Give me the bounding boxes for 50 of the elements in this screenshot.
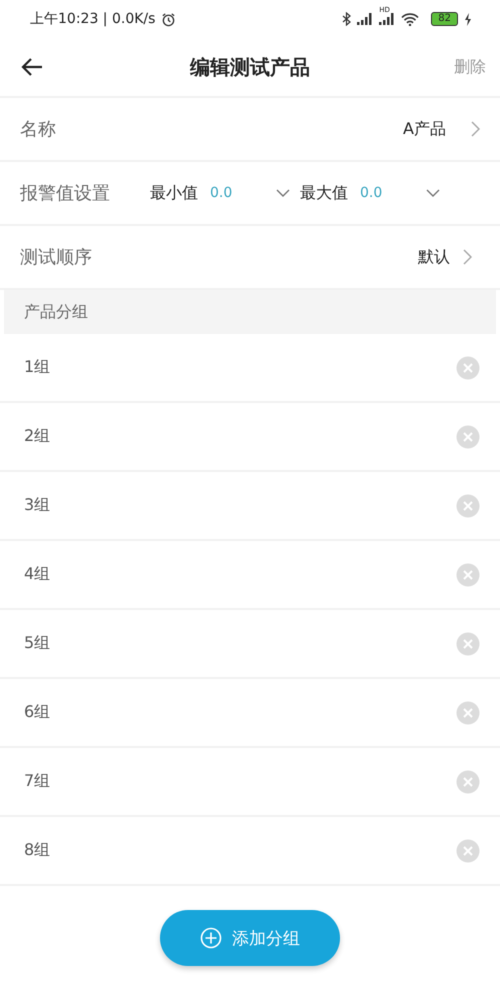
order-label: 测试顺序 <box>20 246 92 269</box>
name-label: 名称 <box>20 118 56 141</box>
clear-icon[interactable] <box>456 700 480 724</box>
chevron-down-icon[interactable] <box>276 189 290 197</box>
max-label: 最大值 <box>300 182 348 204</box>
group-row[interactable]: 4组 <box>0 541 500 610</box>
clear-icon[interactable] <box>456 838 480 862</box>
clear-icon[interactable] <box>456 562 480 586</box>
bluetooth-icon <box>342 12 352 26</box>
group-name: 3组 <box>24 495 50 516</box>
section-title: 产品分组 <box>24 302 88 322</box>
chevron-right-icon <box>462 249 472 265</box>
group-name: 2组 <box>24 426 50 447</box>
signal-icon <box>379 13 396 25</box>
min-label: 最小值 <box>150 182 198 204</box>
group-name: 1组 <box>24 357 50 378</box>
name-value: A产品 <box>403 118 446 140</box>
back-arrow-icon[interactable] <box>20 57 44 77</box>
charging-icon <box>464 12 472 26</box>
plus-circle-icon <box>200 927 222 949</box>
group-row[interactable]: 3组 <box>0 472 500 541</box>
group-row[interactable]: 5组 <box>0 610 500 679</box>
alarm-clock-icon <box>161 12 176 26</box>
group-row[interactable]: 2组 <box>0 403 500 472</box>
name-row[interactable]: 名称 A产品 <box>0 98 500 162</box>
chevron-down-icon[interactable] <box>426 189 440 197</box>
group-name: 7组 <box>24 771 50 792</box>
page-title: 编辑测试产品 <box>188 54 311 80</box>
alarm-label: 报警值设置 <box>20 182 110 205</box>
order-value: 默认 <box>418 246 450 268</box>
group-row[interactable]: 1组 <box>0 334 500 403</box>
chevron-right-icon <box>470 121 480 137</box>
max-value: 0.0 <box>360 185 382 201</box>
group-name: 8组 <box>24 840 50 861</box>
clear-icon[interactable] <box>456 632 480 656</box>
signal-icon <box>357 13 374 25</box>
group-row[interactable]: 7组 <box>0 748 500 817</box>
group-row[interactable]: 6组 <box>0 679 500 748</box>
group-name: 4组 <box>24 564 50 585</box>
min-value: 0.0 <box>210 185 232 201</box>
status-time: 上午10:23 | 0.0K/s <box>30 10 156 28</box>
wifi-icon <box>401 12 420 26</box>
clear-icon[interactable] <box>456 494 480 518</box>
clear-icon[interactable] <box>456 356 480 380</box>
group-name: 6组 <box>24 702 50 723</box>
group-name: 5组 <box>24 633 50 654</box>
clear-icon[interactable] <box>456 424 480 448</box>
group-row[interactable]: 8组 <box>0 817 500 886</box>
battery-level: 82 <box>431 12 458 26</box>
clear-icon[interactable] <box>456 770 480 794</box>
